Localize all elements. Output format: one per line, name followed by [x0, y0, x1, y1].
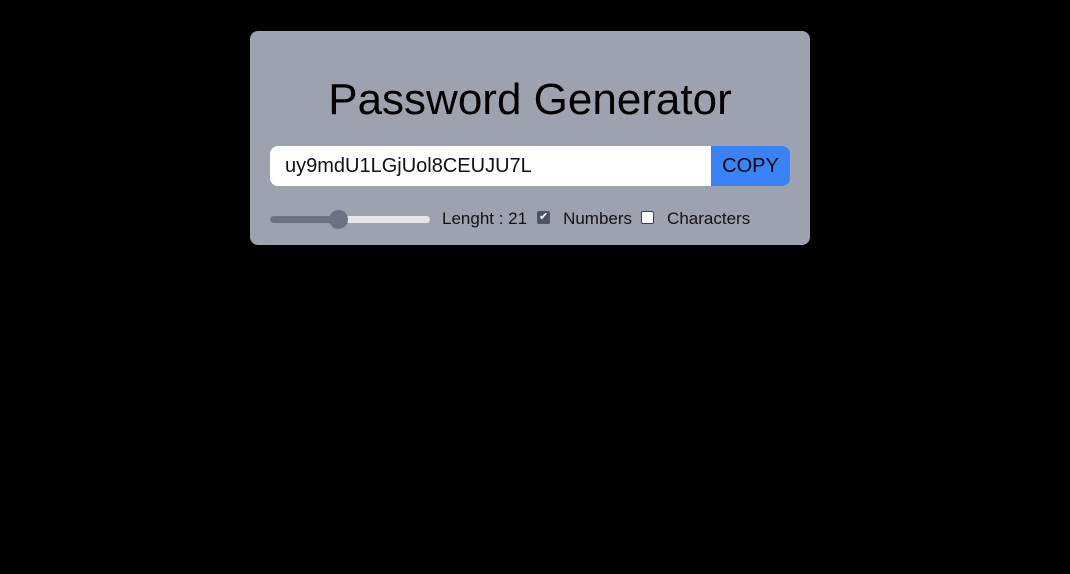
options-row: Lenght : 21 ✔ Numbers Characters — [270, 207, 759, 231]
characters-checkbox[interactable] — [641, 210, 655, 224]
password-generator-card: Password Generator COPY Lenght : 21 ✔ Nu… — [250, 31, 810, 245]
page-title: Password Generator — [328, 75, 732, 124]
copy-button[interactable]: COPY — [711, 146, 790, 186]
password-output-field[interactable] — [270, 146, 711, 186]
characters-label: Characters — [667, 209, 751, 228]
slider-thumb[interactable] — [328, 210, 348, 229]
slider-fill — [270, 216, 338, 223]
password-row: COPY — [270, 146, 790, 186]
length-label: Lenght : 21 — [442, 209, 528, 228]
length-slider[interactable] — [270, 209, 430, 229]
numbers-checkbox[interactable]: ✔ — [537, 210, 551, 224]
check-icon: ✔ — [538, 210, 549, 223]
numbers-label: Numbers — [563, 209, 633, 228]
